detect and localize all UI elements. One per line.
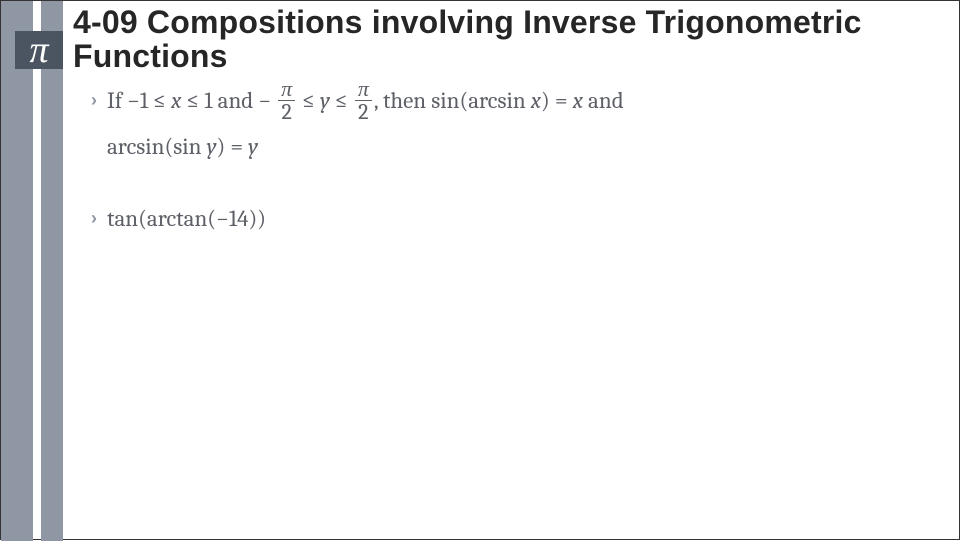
var-y: y [207, 133, 217, 160]
value: −14 [216, 205, 248, 232]
math-expression: tan(arctan(−14)) [107, 197, 266, 241]
text: and [218, 87, 254, 114]
func-arcsin: arcsin [468, 87, 525, 114]
text: 1 [204, 87, 212, 114]
text: ≤ [186, 87, 199, 114]
fraction: π 2 [278, 78, 295, 123]
text: If [107, 87, 122, 114]
fraction: π 2 [355, 78, 372, 123]
text: = [555, 87, 568, 114]
text: and [588, 87, 624, 114]
pi-icon: π [15, 31, 63, 69]
inner-rail [41, 1, 63, 541]
var-x: x [171, 87, 181, 114]
chevron-icon: › [91, 83, 97, 117]
chevron-icon: › [91, 201, 97, 235]
page-title: 4-09 Compositions involving Inverse Trig… [73, 6, 933, 73]
content-area: › If −1 ≤ x ≤ 1 and − π 2 ≤ y [91, 79, 941, 269]
func-tan: tan [107, 205, 138, 232]
text: −1 [127, 87, 148, 114]
text: = [230, 133, 243, 160]
math-expression: If −1 ≤ x ≤ 1 and − π 2 ≤ y ≤ [107, 79, 624, 169]
func-sin: sin [431, 87, 459, 114]
denominator: 2 [278, 100, 295, 123]
text: ≤ [302, 87, 315, 114]
bullet-item: › If −1 ≤ x ≤ 1 and − π 2 ≤ y [91, 79, 941, 169]
text: ≤ [335, 87, 348, 114]
left-rail [1, 1, 33, 541]
func-arcsin: arcsin [107, 133, 164, 160]
denominator: 2 [355, 100, 372, 123]
text: − [258, 87, 271, 114]
var-y: y [248, 133, 258, 160]
var-x: x [531, 87, 541, 114]
func-sin: sin [173, 133, 201, 160]
numerator: π [355, 78, 372, 100]
text: , then [374, 87, 426, 114]
var-y: y [320, 87, 330, 114]
var-x: x [573, 87, 583, 114]
text: ≤ [153, 87, 166, 114]
numerator: π [278, 78, 295, 100]
bullet-item: › tan(arctan(−14)) [91, 197, 941, 241]
func-arctan: arctan [147, 205, 207, 232]
